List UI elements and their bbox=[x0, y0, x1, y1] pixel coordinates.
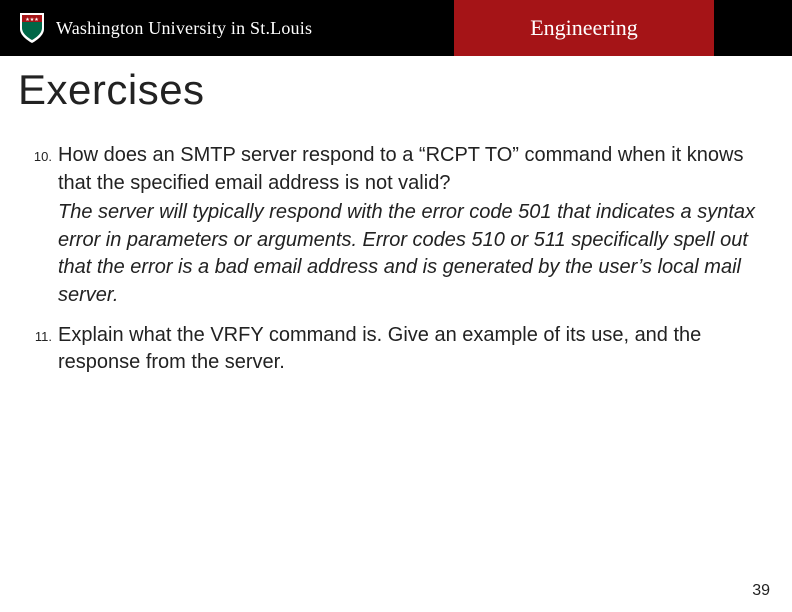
shield-icon: ★★★ bbox=[18, 11, 46, 45]
list-item: 11. Explain what the VRFY command is. Gi… bbox=[24, 322, 774, 377]
svg-text:★★★: ★★★ bbox=[25, 17, 39, 23]
item-body: Explain what the VRFY command is. Give a… bbox=[58, 322, 774, 377]
exercise-list: 10. How does an SMTP server respond to a… bbox=[18, 142, 774, 377]
item-answer: The server will typically respond with t… bbox=[58, 199, 774, 309]
slide-content: Exercises 10. How does an SMTP server re… bbox=[0, 56, 792, 377]
item-question: How does an SMTP server respond to a “RC… bbox=[58, 142, 774, 197]
engineering-label: Engineering bbox=[530, 15, 638, 41]
item-number: 11. bbox=[24, 322, 58, 377]
engineering-block: Engineering bbox=[454, 0, 714, 56]
logo-text: Washington University in St.Louis bbox=[56, 18, 312, 39]
list-item: 10. How does an SMTP server respond to a… bbox=[24, 142, 774, 310]
page-title: Exercises bbox=[18, 66, 774, 114]
wustl-logo: ★★★ Washington University in St.Louis bbox=[0, 11, 312, 45]
page-number: 39 bbox=[752, 582, 770, 600]
item-body: How does an SMTP server respond to a “RC… bbox=[58, 142, 774, 310]
header-bar: ★★★ Washington University in St.Louis En… bbox=[0, 0, 792, 56]
item-question: Explain what the VRFY command is. Give a… bbox=[58, 322, 774, 377]
item-number: 10. bbox=[24, 142, 58, 310]
